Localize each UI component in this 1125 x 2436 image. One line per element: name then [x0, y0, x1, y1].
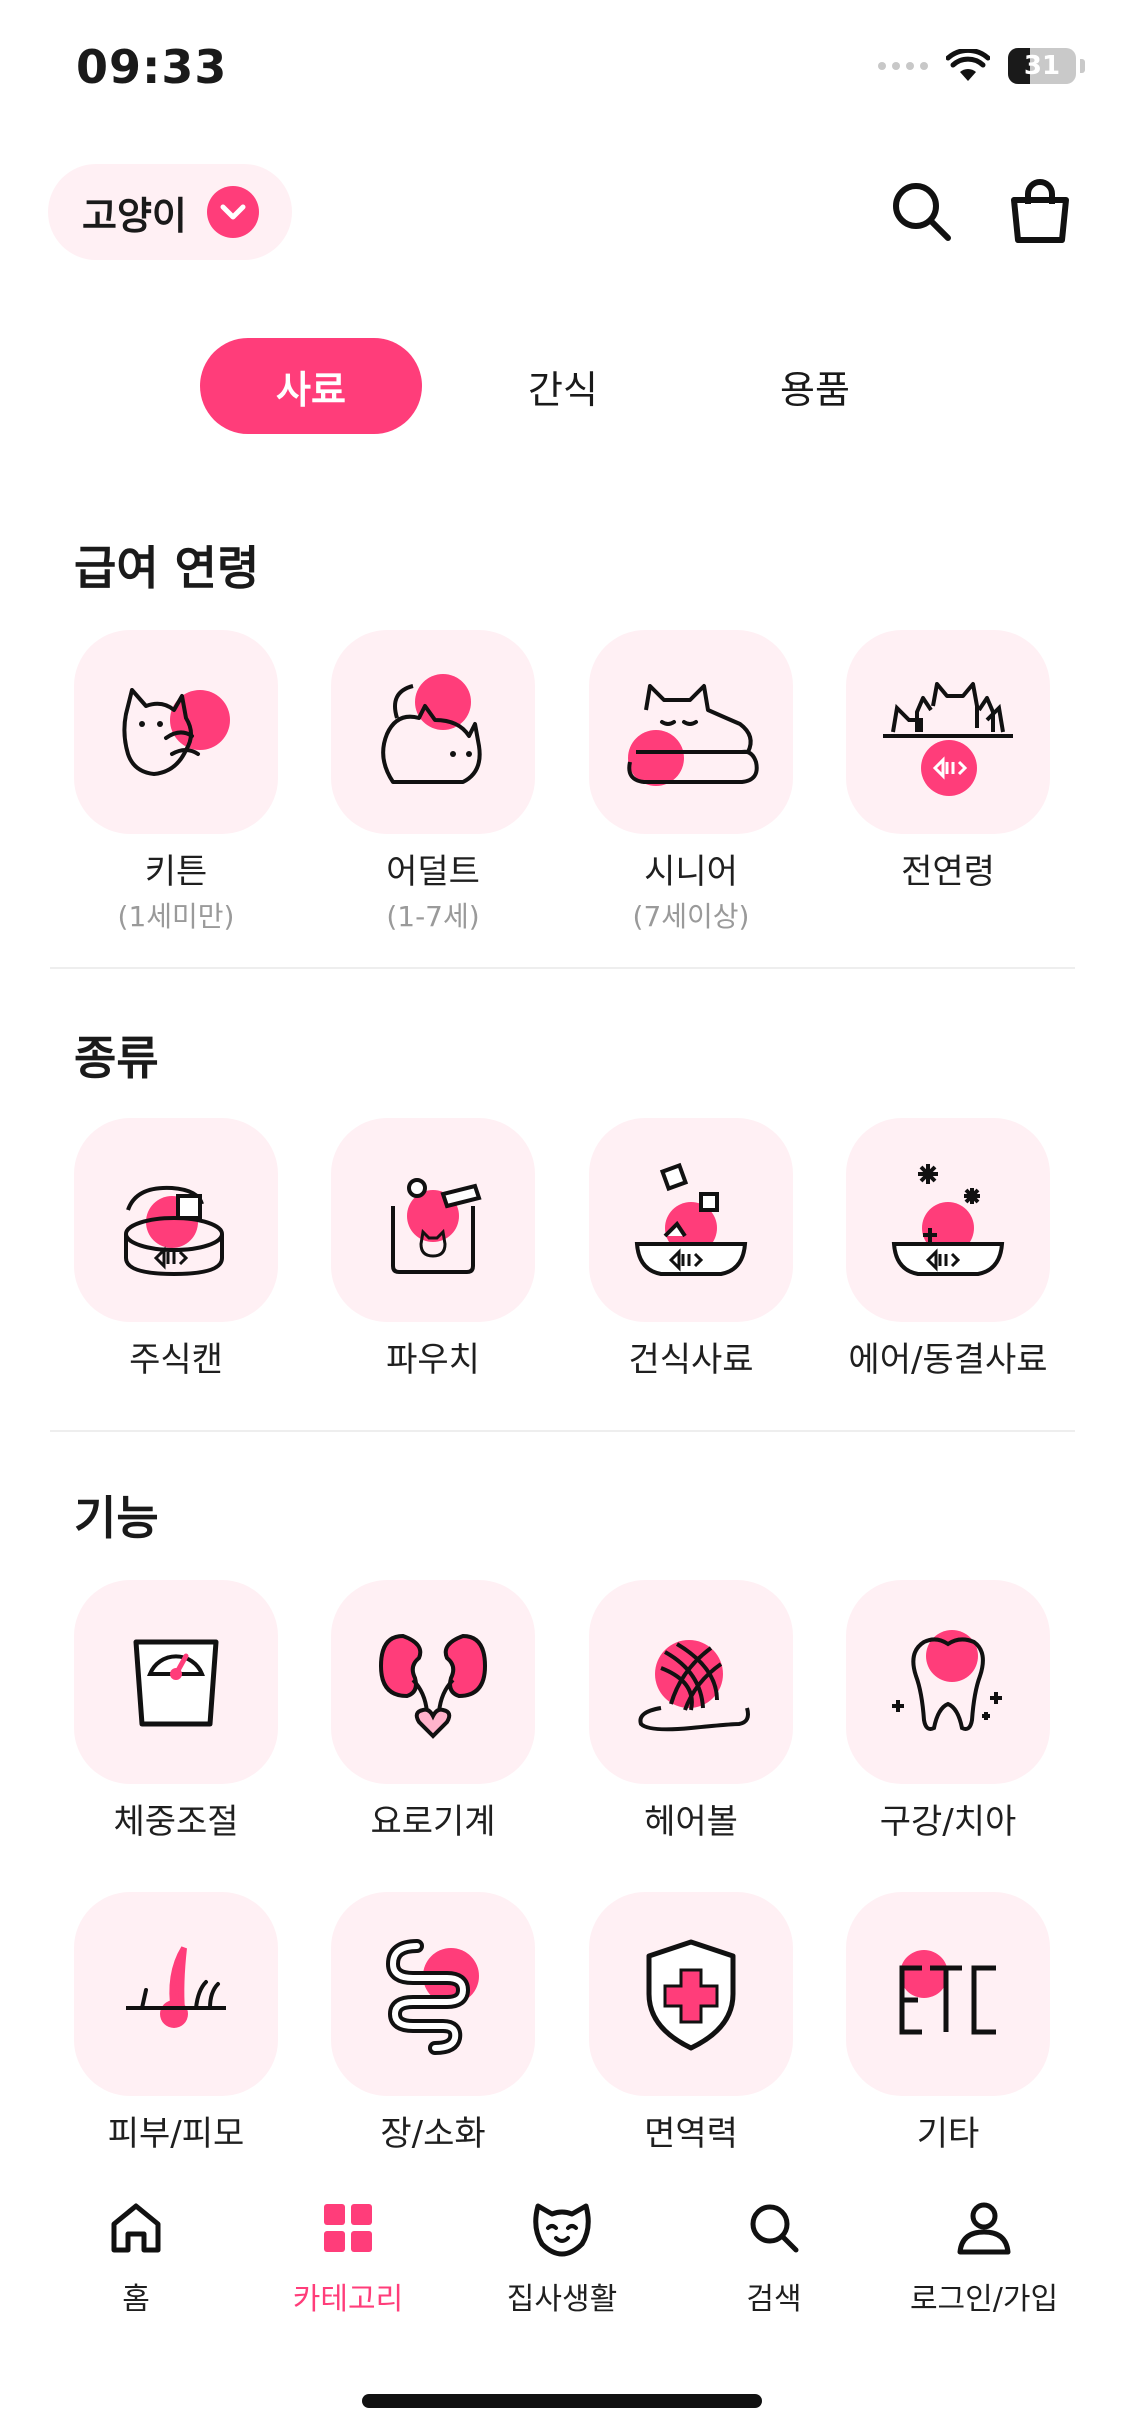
senior-cat-icon — [627, 684, 759, 786]
nav-category[interactable]: 카테고리 — [248, 2196, 448, 2318]
category-item-dental[interactable]: 구강/치아 — [846, 1580, 1050, 1843]
cart-button[interactable] — [1004, 176, 1076, 248]
home-indicator — [362, 2394, 762, 2408]
pouch-icon — [391, 1178, 482, 1274]
grid-icon — [324, 2204, 372, 2252]
category-item-senior[interactable]: 시니어 (7세이상) — [589, 630, 793, 935]
search-button[interactable] — [886, 176, 958, 248]
nav-pet-life[interactable]: 집사생활 — [462, 2196, 662, 2318]
category-item-skin[interactable]: 피부/피모 — [74, 1892, 278, 2155]
category-label: 기타 — [916, 2114, 980, 2154]
shield-icon — [646, 1939, 736, 2051]
home-icon — [111, 2203, 161, 2253]
section-title-type: 종류 — [74, 1031, 159, 1085]
all-ages-icon — [883, 682, 1013, 796]
chevron-down-icon — [206, 186, 259, 238]
category-label: 어덜트 — [386, 852, 480, 892]
nav-label: 홈 — [122, 2282, 150, 2317]
category-label: 전연령 — [901, 852, 995, 892]
scale-icon — [133, 1639, 219, 1727]
category-item-all-ages[interactable]: 전연령 — [846, 630, 1050, 895]
nav-label: 카테고리 — [292, 2282, 404, 2317]
category-label: 파우치 — [386, 1340, 480, 1380]
category-label: 시니어 — [644, 852, 738, 892]
category-item-digestion[interactable]: 장/소화 — [331, 1892, 535, 2155]
cellular-signal-icon — [878, 62, 928, 70]
category-item-dry-food[interactable]: 건식사료 — [589, 1118, 793, 1381]
category-sublabel: (7세이상) — [632, 900, 750, 933]
section-divider — [50, 967, 1075, 969]
section-divider — [50, 1430, 1075, 1432]
category-item-kitten[interactable]: 키튼 (1세미만) — [74, 630, 278, 935]
tab-snack[interactable]: 간식 — [452, 338, 674, 434]
pet-type-selector[interactable]: 고양이 — [48, 164, 292, 260]
etc-icon — [899, 1950, 996, 2035]
tab-food[interactable]: 사료 — [200, 338, 422, 434]
shopping-bag-icon — [1011, 179, 1069, 243]
tab-supplies[interactable]: 용품 — [704, 338, 926, 434]
status-indicators: 31 — [878, 48, 1085, 84]
category-label: 장/소화 — [380, 2114, 486, 2154]
nav-search[interactable]: 검색 — [674, 2196, 874, 2318]
main-can-icon — [124, 1185, 224, 1277]
freeze-dried-icon — [891, 1164, 1005, 1276]
nav-label: 검색 — [746, 2282, 802, 2317]
category-tabs: 사료 간식 용품 — [0, 338, 1125, 434]
pet-type-label: 고양이 — [82, 193, 187, 238]
category-item-main-can[interactable]: 주식캔 — [74, 1118, 278, 1381]
category-item-immunity[interactable]: 면역력 — [589, 1892, 793, 2155]
search-icon — [750, 2204, 799, 2253]
category-sublabel: (1-7세) — [386, 900, 480, 933]
category-label: 체중조절 — [113, 1802, 239, 1842]
status-bar: 09:33 31 — [0, 0, 1125, 140]
kitten-icon — [122, 688, 230, 776]
wifi-icon — [946, 49, 990, 81]
adult-cat-icon — [381, 674, 482, 784]
nav-login[interactable]: 로그인/가입 — [884, 2196, 1084, 2318]
category-label: 요로기계 — [370, 1802, 496, 1842]
category-label: 면역력 — [644, 2114, 738, 2154]
section-title-age: 급여 연령 — [74, 541, 260, 595]
cat-face-icon — [533, 2203, 591, 2257]
intestine-icon — [385, 1939, 479, 2055]
search-icon — [893, 183, 951, 241]
category-label: 구강/치아 — [879, 1802, 1017, 1842]
battery-icon: 31 — [1008, 48, 1076, 84]
battery-level: 31 — [1023, 51, 1061, 81]
nav-home[interactable]: 홈 — [36, 2196, 236, 2318]
category-label: 키튼 — [144, 852, 208, 892]
tooth-icon — [892, 1630, 1002, 1731]
category-item-weight[interactable]: 체중조절 — [74, 1580, 278, 1843]
yarn-ball-icon — [638, 1640, 750, 1732]
category-label: 주식캔 — [129, 1340, 223, 1380]
category-sublabel: (1세미만) — [117, 900, 235, 933]
section-title-function: 기능 — [74, 1491, 159, 1545]
category-item-etc[interactable]: 기타 — [846, 1892, 1050, 2155]
nav-label: 로그인/가입 — [909, 2282, 1059, 2317]
category-label: 에어/동결사료 — [848, 1340, 1048, 1380]
user-icon — [957, 2202, 1011, 2255]
dry-food-icon — [634, 1162, 748, 1276]
category-item-hairball[interactable]: 헤어볼 — [589, 1580, 793, 1843]
category-item-adult[interactable]: 어덜트 (1-7세) — [331, 630, 535, 935]
category-item-pouch[interactable]: 파우치 — [331, 1118, 535, 1381]
category-item-urinary[interactable]: 요로기계 — [331, 1580, 535, 1843]
bottom-nav: 홈 카테고리 집사생활 검색 로그인/가입 — [0, 2166, 1125, 2318]
category-label: 건식사료 — [628, 1340, 754, 1380]
category-label: 피부/피모 — [107, 2114, 245, 2154]
category-item-freeze-dried[interactable]: 에어/동결사료 — [826, 1118, 1070, 1381]
skin-hair-icon — [126, 1946, 226, 2028]
status-time: 09:33 — [76, 40, 228, 94]
category-label: 헤어볼 — [644, 1802, 738, 1842]
kidney-icon — [378, 1633, 488, 1739]
nav-label: 집사생활 — [506, 2282, 618, 2317]
